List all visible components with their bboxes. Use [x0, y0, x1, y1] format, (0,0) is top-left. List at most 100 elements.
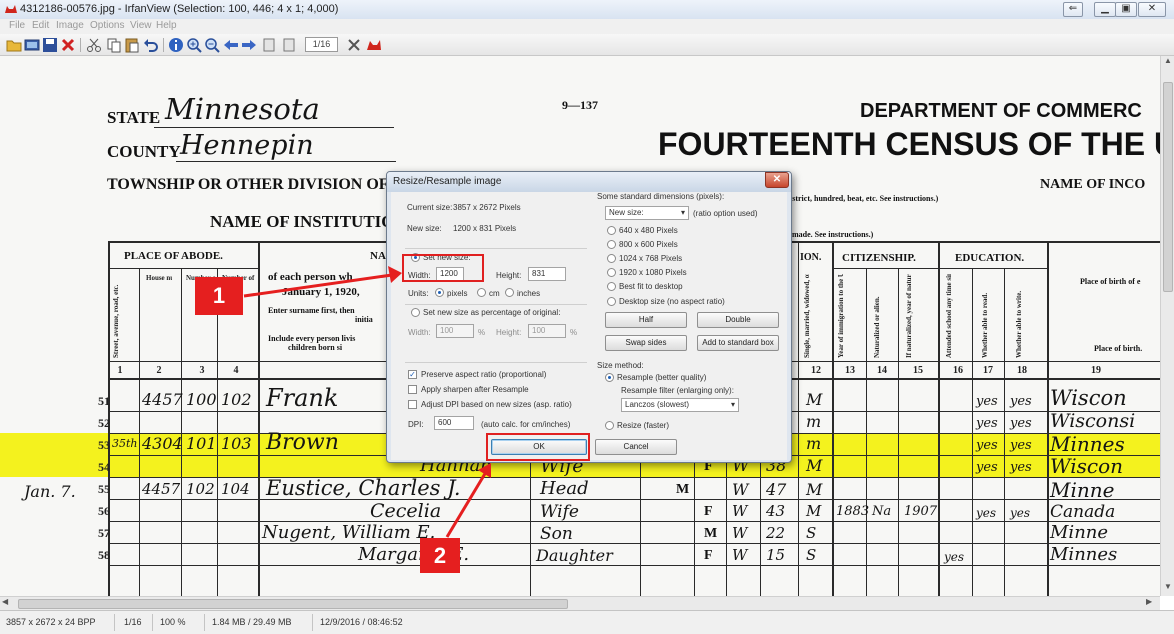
first-page-icon[interactable] [261, 37, 277, 53]
menu-options[interactable]: Options [90, 20, 124, 31]
zoom-in-icon[interactable] [186, 37, 202, 53]
unit-inches-radio[interactable] [505, 288, 514, 297]
back-icon[interactable]: ⇐ [1063, 2, 1083, 17]
column-number: 17 [983, 365, 993, 376]
scroll-right-icon[interactable]: ▶ [1146, 597, 1158, 609]
row-number: 54 [98, 460, 110, 474]
best-fit-radio[interactable] [607, 282, 616, 291]
add-standard-button[interactable]: Add to standard box [697, 335, 779, 351]
next-icon[interactable] [241, 37, 257, 53]
district-note: istrict, hundred, beat, etc. See instruc… [790, 194, 939, 203]
height-field[interactable]: 831 [528, 267, 566, 281]
preset-640-radio[interactable] [607, 226, 616, 235]
standard-size-select[interactable]: New size: [605, 206, 689, 220]
menu-help[interactable]: Help [156, 20, 177, 31]
status-divider [114, 614, 115, 631]
menu-edit[interactable]: Edit [32, 20, 49, 31]
info-icon[interactable] [168, 37, 184, 53]
best-fit-label: Best fit to desktop [619, 282, 683, 291]
delete-icon[interactable] [60, 37, 76, 53]
menu-image[interactable]: Image [56, 20, 84, 31]
resize-faster-radio[interactable] [605, 421, 614, 430]
dialog-close-icon[interactable]: ✕ [765, 172, 789, 188]
pct-height-field[interactable]: 100 [528, 324, 566, 338]
row57-relation: Son [540, 524, 573, 544]
row52-status: m [806, 412, 822, 431]
preset-1024-radio[interactable] [607, 254, 616, 263]
page-indicator[interactable]: 1/16 [305, 37, 338, 52]
scroll-down-icon[interactable]: ▼ [1161, 582, 1174, 594]
toolbar-separator [163, 38, 164, 52]
page-code: 9—137 [562, 98, 598, 112]
row52-write: yes [1010, 416, 1032, 431]
desktop-size-radio[interactable] [607, 297, 616, 306]
unit-pixels-radio[interactable] [435, 288, 444, 297]
row52-read: yes [976, 416, 998, 431]
minimize-icon[interactable]: ▁ [1094, 2, 1116, 17]
vertical-scroll-thumb[interactable] [1163, 82, 1173, 292]
apply-sharpen-checkbox[interactable] [408, 385, 417, 394]
resample-radio[interactable] [605, 373, 614, 382]
settings-icon[interactable] [346, 37, 362, 53]
group-divider [405, 362, 587, 363]
row56-age: 43 [766, 502, 786, 520]
person-note-2: January 1, 1920, [282, 286, 360, 298]
horizontal-scrollbar[interactable]: ◀ ▶ [0, 596, 1160, 610]
horizontal-scroll-thumb[interactable] [18, 599, 568, 609]
scroll-up-icon[interactable]: ▲ [1161, 56, 1174, 68]
swap-sides-button[interactable]: Swap sides [605, 335, 687, 351]
marital-head: Single, married, widowed, or divorced. [803, 274, 811, 358]
paste-icon[interactable] [124, 37, 140, 53]
preserve-aspect-checkbox[interactable]: ✓ [408, 370, 417, 379]
half-button[interactable]: Half [605, 312, 687, 328]
maximize-icon[interactable]: ▣ [1115, 2, 1137, 17]
institution-label: NAME OF INSTITUTION [210, 212, 407, 231]
resample-filter-select[interactable]: Lanczos (slowest) [621, 398, 739, 412]
zoom-out-icon[interactable] [204, 37, 220, 53]
window-title: 4312186-00576.jpg - IrfanView (Selection… [20, 3, 339, 15]
row55-birth: Minne [1050, 478, 1115, 502]
copy-icon[interactable] [106, 37, 122, 53]
last-page-icon[interactable] [281, 37, 297, 53]
row-number: 58 [98, 548, 110, 562]
percentage-radio[interactable] [411, 308, 420, 317]
name-header-fragment: NA [370, 250, 386, 262]
col-head-house: House number or farm, etc. (See instruct… [146, 274, 172, 282]
menu-file[interactable]: File [9, 20, 25, 31]
unit-cm-radio[interactable] [477, 288, 486, 297]
row56-naturalized-year: 1907 [904, 504, 938, 519]
row55-race: W [732, 480, 749, 499]
cat-icon[interactable] [366, 37, 382, 53]
col-rule [181, 268, 182, 596]
dpi-field[interactable]: 600 [434, 416, 474, 430]
scroll-left-icon[interactable]: ◀ [2, 597, 14, 609]
status-divider [152, 614, 153, 631]
row57-sex: M [704, 526, 718, 541]
previous-icon[interactable] [223, 37, 239, 53]
slideshow-icon[interactable] [24, 37, 40, 53]
undo-icon[interactable] [143, 37, 159, 53]
close-icon[interactable]: ✕ [1138, 2, 1166, 17]
dialog-title-bar[interactable]: Resize/Resample image ✕ [387, 172, 791, 192]
ratio-note: (ratio option used) [693, 209, 758, 218]
citizenship-header: CITIZENSHIP. [842, 252, 916, 264]
open-folder-icon[interactable] [6, 37, 22, 53]
preserve-aspect-label: Preserve aspect ratio (proportional) [421, 370, 547, 379]
group-divider [405, 304, 587, 305]
state-label: STATE [107, 108, 161, 127]
double-button[interactable]: Double [697, 312, 779, 328]
row57-status: S [806, 524, 817, 542]
row56-race: W [732, 502, 748, 520]
row54-read: yes [976, 460, 998, 475]
menu-view[interactable]: View [130, 20, 152, 31]
cut-icon[interactable] [86, 37, 102, 53]
vertical-scrollbar[interactable]: ▲ ▼ [1160, 56, 1174, 596]
preset-800-radio[interactable] [607, 240, 616, 249]
cancel-button[interactable]: Cancel [595, 439, 677, 455]
preset-1024-label: 1024 x 768 Pixels [619, 254, 683, 263]
resize-dialog: Resize/Resample image ✕ Current size: 38… [386, 171, 792, 463]
save-icon[interactable] [42, 37, 58, 53]
pct-width-field[interactable]: 100 [436, 324, 474, 338]
adjust-dpi-checkbox[interactable] [408, 400, 417, 409]
preset-1920-radio[interactable] [607, 268, 616, 277]
